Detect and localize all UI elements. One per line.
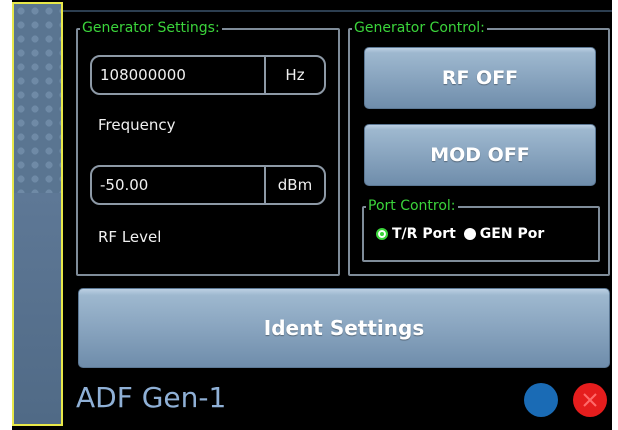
- ident-settings-button[interactable]: Ident Settings: [78, 288, 610, 368]
- circle-icon[interactable]: [524, 383, 558, 417]
- rf-level-value[interactable]: -50.00: [92, 176, 264, 194]
- gen-port-label[interactable]: GEN Por: [480, 226, 544, 242]
- rf-level-unit: dBm: [264, 167, 324, 203]
- generator-settings-title: Generator Settings:: [80, 19, 222, 37]
- mod-off-button[interactable]: MOD OFF: [364, 124, 596, 186]
- port-options: T/R Port GEN Por: [376, 226, 544, 242]
- tr-port-label[interactable]: T/R Port: [392, 226, 456, 242]
- close-icon[interactable]: [573, 383, 607, 417]
- rf-level-label: RF Level: [98, 228, 162, 246]
- tr-port-radio-icon[interactable]: [376, 228, 388, 240]
- frequency-field[interactable]: 108000000 Hz: [90, 55, 326, 95]
- rf-off-button[interactable]: RF OFF: [364, 47, 596, 109]
- frequency-value[interactable]: 108000000: [92, 66, 264, 84]
- port-control-title: Port Control:: [366, 197, 458, 215]
- frequency-unit: Hz: [264, 57, 324, 93]
- top-divider: [63, 10, 612, 12]
- right-margin: [612, 0, 618, 430]
- panel-title: ADF Gen-1: [76, 381, 227, 414]
- frequency-label: Frequency: [98, 116, 176, 134]
- generator-control-title: Generator Control:: [352, 19, 487, 37]
- rf-level-field[interactable]: -50.00 dBm: [90, 165, 326, 205]
- gen-port-radio-icon[interactable]: [463, 228, 476, 240]
- sidebar[interactable]: [12, 2, 63, 426]
